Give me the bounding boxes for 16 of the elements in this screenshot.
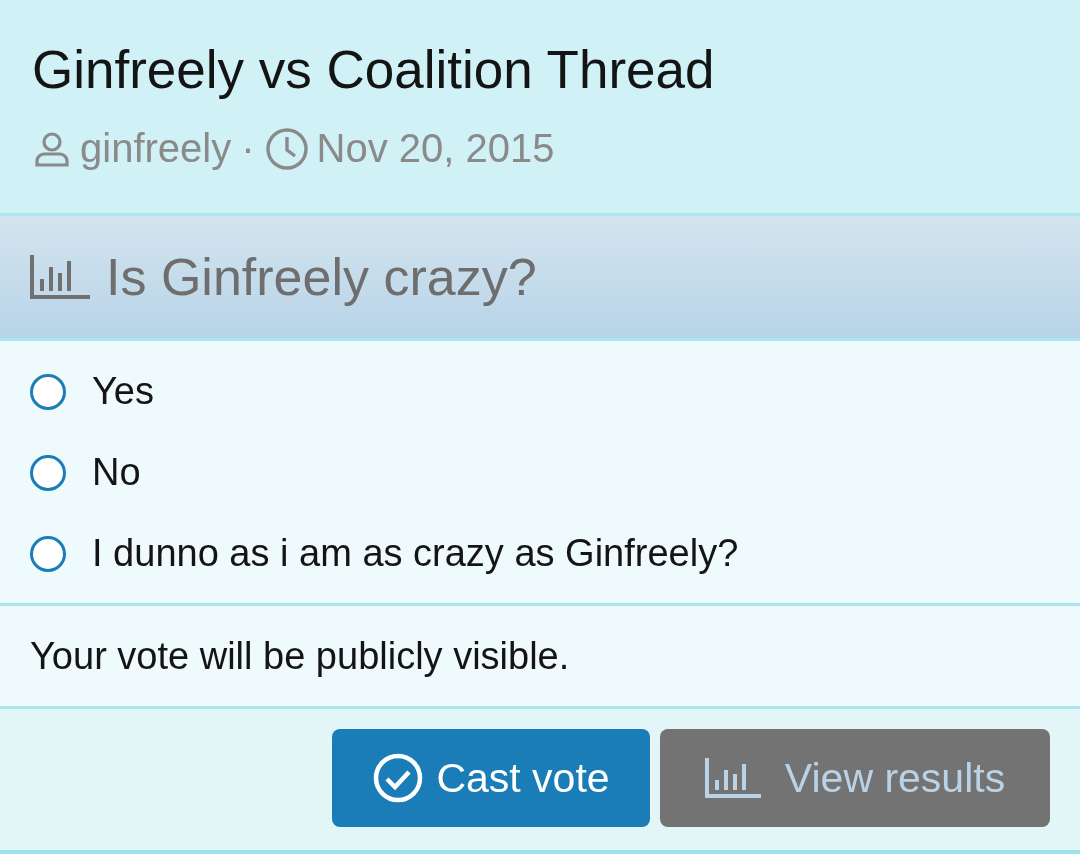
radio-button[interactable] xyxy=(30,454,66,491)
visibility-notice: Your vote will be publicly visible. xyxy=(30,634,570,678)
option-label[interactable]: Yes xyxy=(92,370,154,413)
post-date: Nov 20, 2015 xyxy=(316,126,555,171)
separator: · xyxy=(241,126,255,171)
check-circle-icon xyxy=(372,752,425,804)
bar-chart-icon xyxy=(704,758,761,798)
poll-question: Is Ginfreely crazy? xyxy=(106,247,537,307)
thread-title: Ginfreely vs Coalition Thread xyxy=(32,39,716,101)
option-label[interactable]: No xyxy=(92,451,141,494)
radio-button[interactable] xyxy=(30,373,66,410)
option-label[interactable]: I dunno as i am as crazy as Ginfreely? xyxy=(92,532,739,575)
radio-button[interactable] xyxy=(30,535,66,572)
bar-chart-icon xyxy=(30,255,90,299)
cast-vote-button[interactable]: Cast vote xyxy=(332,729,650,827)
clock-icon xyxy=(264,126,309,171)
